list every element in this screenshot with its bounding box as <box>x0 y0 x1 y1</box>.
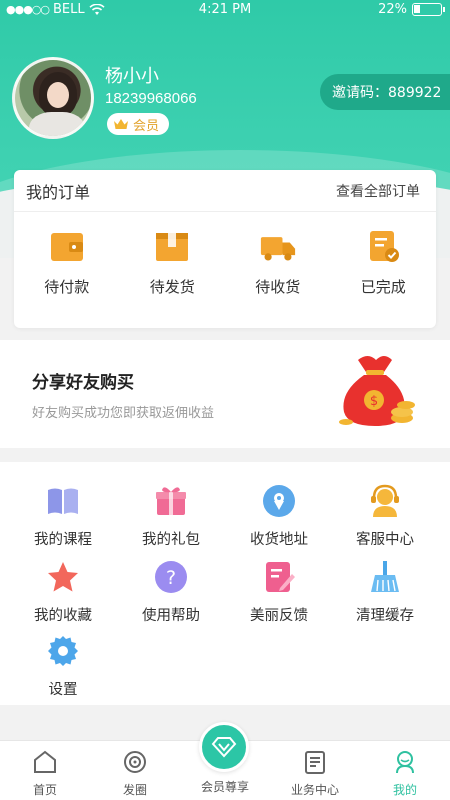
service-settings[interactable]: 设置 <box>8 634 118 699</box>
tab-mine[interactable]: 我的 <box>360 741 450 800</box>
service-label: 客服中心 <box>356 532 414 548</box>
orders-title: 我的订单 <box>26 182 91 202</box>
invite-code-label: 邀请码：889922 <box>332 85 442 101</box>
location-pin-icon <box>263 485 295 517</box>
service-label: 清理缓存 <box>356 608 414 624</box>
gear-icon <box>48 636 78 666</box>
broom-icon <box>371 561 399 592</box>
order-label: 待发货 <box>149 278 195 296</box>
status-bar: ●●●○○ BELL 4:21 PM 22% <box>0 0 450 20</box>
tab-label: 我的 <box>392 783 417 797</box>
service-label: 我的礼包 <box>142 532 200 548</box>
crown-icon <box>114 119 128 129</box>
question-icon: ? <box>155 561 187 593</box>
service-my-favorites[interactable]: 我的收藏 <box>8 560 118 625</box>
clipboard-icon <box>305 751 325 774</box>
document-check-icon <box>370 231 400 262</box>
service-label: 使用帮助 <box>142 608 200 624</box>
tab-label: 业务中心 <box>290 783 339 797</box>
view-all-orders-link[interactable]: 查看全部订单 <box>336 181 420 201</box>
service-label: 设置 <box>48 682 78 698</box>
share-subtitle: 好友购买成功您即获取返佣收益 <box>32 406 215 421</box>
service-customer-service[interactable]: 客服中心 <box>330 484 440 549</box>
tab-member-exclusive[interactable] <box>199 722 249 772</box>
gift-icon <box>156 487 186 515</box>
package-icon <box>156 233 189 261</box>
my-orders-card: 我的订单 查看全部订单 待付款 待发货 待收货 已完成 <box>14 170 436 328</box>
tab-moments[interactable]: 发圈 <box>90 741 180 800</box>
home-icon <box>34 750 56 773</box>
order-label: 已完成 <box>360 278 406 296</box>
feedback-icon <box>266 562 295 592</box>
member-badge-label: 会员 <box>133 118 160 134</box>
order-pending-shipment[interactable]: 待发货 <box>127 230 217 297</box>
book-icon <box>48 488 78 514</box>
tab-label: 会员尊享 <box>200 780 249 794</box>
money-bag-icon: $ <box>339 356 415 426</box>
diamond-icon <box>211 737 237 758</box>
service-my-courses[interactable]: 我的课程 <box>8 484 118 549</box>
service-shipping-address[interactable]: 收货地址 <box>224 484 334 549</box>
tab-label: 发圈 <box>122 783 147 797</box>
service-label: 收货地址 <box>250 532 308 548</box>
service-help[interactable]: ? 使用帮助 <box>116 560 226 625</box>
service-feedback[interactable]: 美丽反馈 <box>224 560 334 625</box>
truck-icon <box>260 237 295 261</box>
share-title: 分享好友购买 <box>32 373 134 393</box>
star-icon <box>48 562 78 592</box>
tab-home[interactable]: 首页 <box>0 741 90 800</box>
order-pending-receipt[interactable]: 待收货 <box>233 230 323 297</box>
tab-label: 首页 <box>32 783 57 797</box>
services-grid: 我的课程 我的礼包 收货地址 客服中心 我的收藏 ? 使用帮助 美丽反馈 清理缓… <box>0 462 450 705</box>
wallet-icon <box>50 233 83 261</box>
member-badge[interactable]: 会员 <box>107 113 170 135</box>
service-label: 美丽反馈 <box>250 608 308 624</box>
order-label: 待付款 <box>44 278 90 296</box>
tab-business-center[interactable]: 业务中心 <box>270 741 360 800</box>
svg-text:?: ? <box>166 567 176 589</box>
share-banner[interactable]: 分享好友购买 好友购买成功您即获取返佣收益 $ <box>0 340 450 448</box>
battery-percent: 22% <box>378 2 407 17</box>
headset-icon <box>371 484 399 517</box>
order-completed[interactable]: 已完成 <box>338 230 428 297</box>
user-icon <box>396 751 414 774</box>
invite-code[interactable]: 邀请码：889922 <box>320 74 450 110</box>
user-name: 杨小小 <box>105 66 159 87</box>
user-phone: 18239968066 <box>105 90 197 107</box>
battery-icon <box>412 3 445 16</box>
svg-text:$: $ <box>370 394 378 409</box>
service-label: 我的课程 <box>34 532 92 548</box>
service-clear-cache[interactable]: 清理缓存 <box>330 560 440 625</box>
service-my-gifts[interactable]: 我的礼包 <box>116 484 226 549</box>
order-label: 待收货 <box>255 278 301 296</box>
service-label: 我的收藏 <box>34 608 92 624</box>
avatar[interactable] <box>12 57 94 139</box>
order-pending-payment[interactable]: 待付款 <box>22 230 112 297</box>
circle-icon <box>124 751 146 773</box>
